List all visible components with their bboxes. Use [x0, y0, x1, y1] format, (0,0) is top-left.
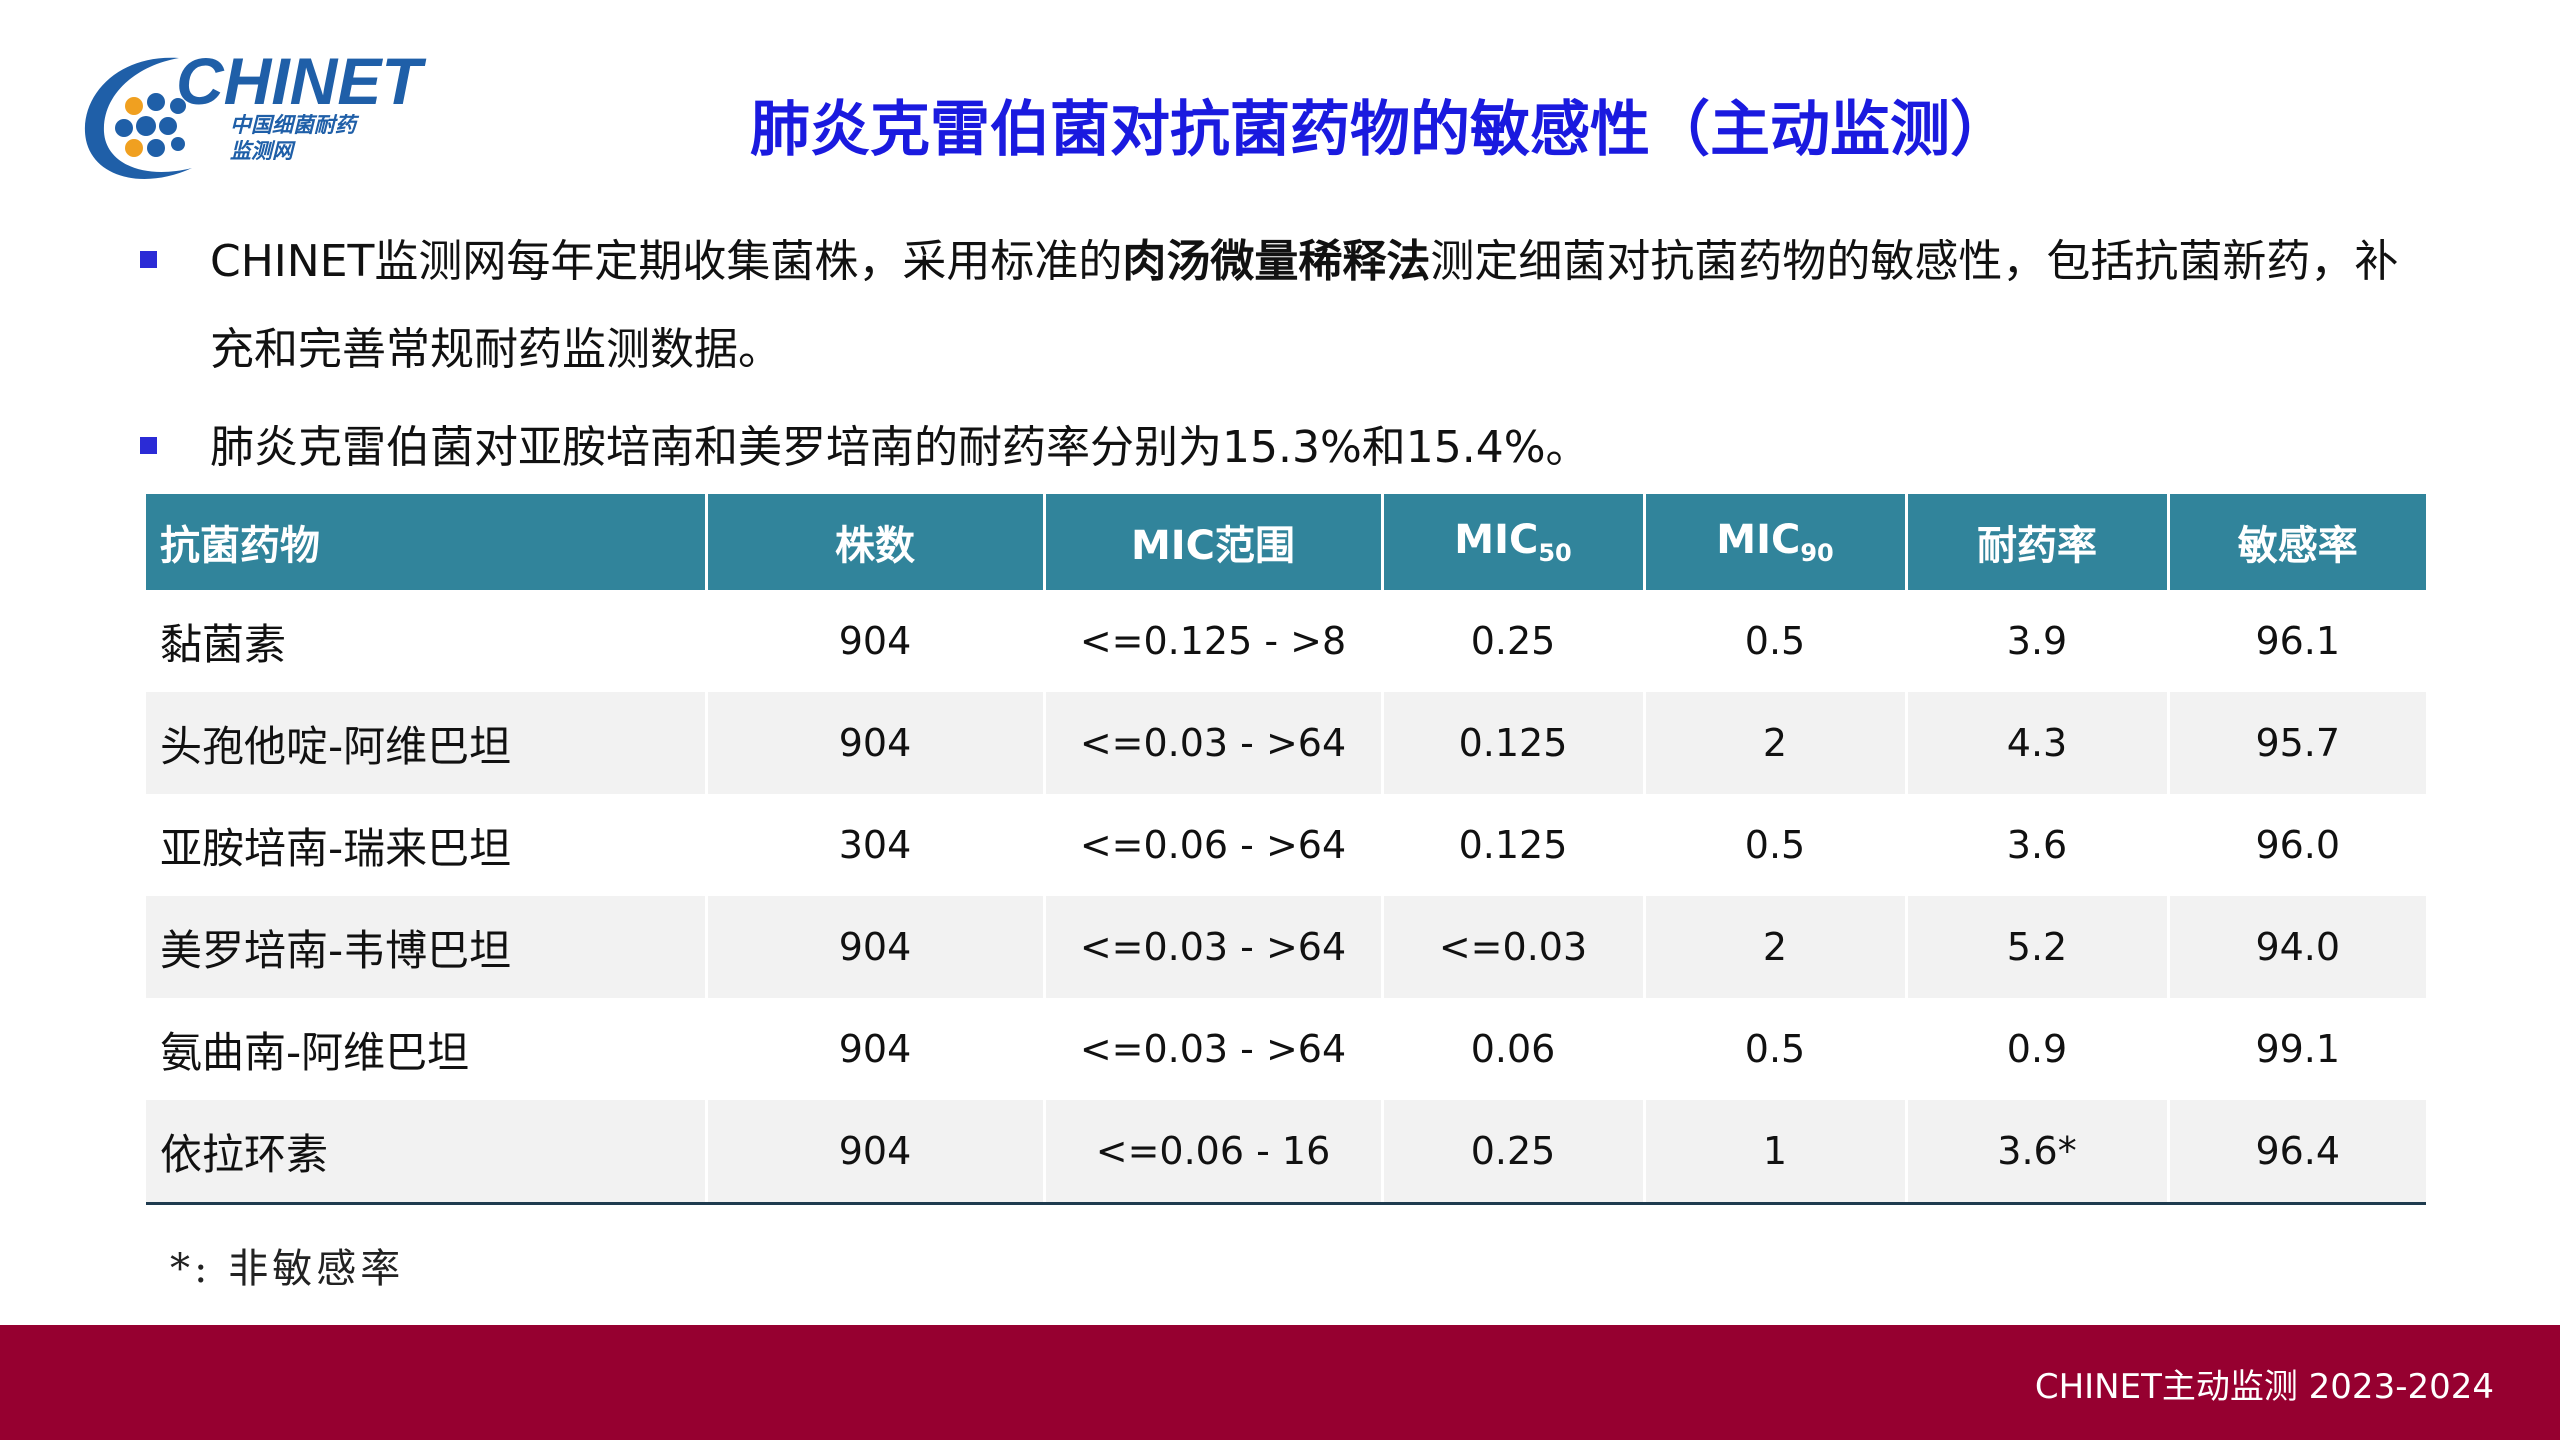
header-mic90-sub: 90 — [1800, 539, 1834, 567]
header-count: 株数 — [704, 494, 1044, 590]
table-header-row: 抗菌药物 株数 MIC范围 MIC50 MIC90 耐药率 敏感率 — [146, 494, 2426, 590]
cell-susceptibility: 96.0 — [2166, 794, 2426, 896]
susceptibility-table-container: 抗菌药物 株数 MIC范围 MIC50 MIC90 耐药率 敏感率 黏菌素 904… — [146, 494, 2426, 1205]
cell-resistance: 3.9 — [1904, 590, 2168, 692]
cell-mic50: <=0.03 — [1380, 896, 1644, 998]
cell-susceptibility: 96.4 — [2166, 1100, 2426, 1205]
bullet-item: CHINET监测网每年定期收集菌株，采用标准的肉汤微量稀释法测定细菌对抗菌药物的… — [140, 218, 2440, 394]
header-mic50: MIC50 — [1380, 494, 1644, 590]
cell-drug: 美罗培南-韦博巴坦 — [146, 896, 706, 998]
footnote: *: 非敏感率 — [170, 1246, 405, 1292]
bullet-list: CHINET监测网每年定期收集菌株，采用标准的肉汤微量稀释法测定细菌对抗菌药物的… — [140, 218, 2440, 492]
susceptibility-table: 抗菌药物 株数 MIC范围 MIC50 MIC90 耐药率 敏感率 黏菌素 904… — [146, 494, 2426, 1205]
cell-drug: 头孢他啶-阿维巴坦 — [146, 692, 706, 794]
cell-susceptibility: 94.0 — [2166, 896, 2426, 998]
logo-subtitle-line2: 监测网 — [230, 139, 296, 163]
header-mic-range: MIC范围 — [1042, 494, 1382, 590]
cell-mic90: 2 — [1642, 692, 1906, 794]
cell-mic50: 0.125 — [1380, 692, 1644, 794]
cell-count: 904 — [704, 590, 1044, 692]
header-mic50-base: MIC — [1454, 517, 1539, 563]
cell-drug: 依拉环素 — [146, 1100, 706, 1205]
cell-mic-range: <=0.03 - >64 — [1042, 896, 1382, 998]
table-row: 氨曲南-阿维巴坦 904 <=0.03 - >64 0.06 0.5 0.9 99.1 — [146, 998, 2426, 1100]
logo-subtitle-line1: 中国细菌耐药 — [230, 113, 360, 137]
page-title: 肺炎克雷伯菌对抗菌药物的敏感性（主动监测） — [750, 95, 2010, 165]
bullet-square-icon — [140, 251, 157, 268]
cell-mic50: 0.125 — [1380, 794, 1644, 896]
cell-mic50: 0.25 — [1380, 1100, 1644, 1205]
cell-resistance: 5.2 — [1904, 896, 2168, 998]
cell-count: 304 — [704, 794, 1044, 896]
cell-mic-range: <=0.03 - >64 — [1042, 692, 1382, 794]
cell-resistance: 3.6* — [1904, 1100, 2168, 1205]
table-body: 黏菌素 904 <=0.125 - >8 0.25 0.5 3.9 96.1 头孢他啶-阿维巴… — [146, 590, 2426, 1205]
header-mic90: MIC90 — [1642, 494, 1906, 590]
cell-susceptibility: 95.7 — [2166, 692, 2426, 794]
cell-drug: 氨曲南-阿维巴坦 — [146, 998, 706, 1100]
bullet-text-pre: CHINET监测网每年定期收集菌株，采用标准的 — [210, 236, 1123, 287]
cell-mic-range: <=0.125 - >8 — [1042, 590, 1382, 692]
header-mic90-base: MIC — [1716, 517, 1801, 563]
cell-mic90: 0.5 — [1642, 794, 1906, 896]
table-row: 美罗培南-韦博巴坦 904 <=0.03 - >64 <=0.03 2 5.2 94.0 — [146, 896, 2426, 998]
bullet-item: 肺炎克雷伯菌对亚胺培南和美罗培南的耐药率分别为15.3%和15.4%。 — [140, 404, 2440, 492]
table-row: 黏菌素 904 <=0.125 - >8 0.25 0.5 3.9 96.1 — [146, 590, 2426, 692]
bullet-text: 肺炎克雷伯菌对亚胺培南和美罗培南的耐药率分别为15.3%和15.4%。 — [210, 422, 1590, 473]
cell-mic90: 1 — [1642, 1100, 1906, 1205]
table-row: 亚胺培南-瑞来巴坦 304 <=0.06 - >64 0.125 0.5 3.6 96.0 — [146, 794, 2426, 896]
cell-count: 904 — [704, 998, 1044, 1100]
header-resistance: 耐药率 — [1904, 494, 2168, 590]
logo-wordmark: CHINET — [176, 44, 426, 118]
header-susceptibility: 敏感率 — [2166, 494, 2426, 590]
cell-resistance: 0.9 — [1904, 998, 2168, 1100]
chinet-logo-graphic: CHINET 中国细菌耐药 监测网 — [84, 44, 426, 179]
footer-band: CHINET主动监测 2023-2024 — [0, 1325, 2560, 1440]
cell-drug: 黏菌素 — [146, 590, 706, 692]
bullet-square-icon — [140, 437, 157, 454]
cell-mic90: 0.5 — [1642, 590, 1906, 692]
cell-count: 904 — [704, 692, 1044, 794]
cell-mic90: 0.5 — [1642, 998, 1906, 1100]
footer-text: CHINET主动监测 2023-2024 — [2034, 1367, 2494, 1407]
cell-susceptibility: 96.1 — [2166, 590, 2426, 692]
cell-resistance: 3.6 — [1904, 794, 2168, 896]
cell-resistance: 4.3 — [1904, 692, 2168, 794]
cell-mic-range: <=0.06 - >64 — [1042, 794, 1382, 896]
table-row: 依拉环素 904 <=0.06 - 16 0.25 1 3.6* 96.4 — [146, 1100, 2426, 1205]
cell-mic50: 0.25 — [1380, 590, 1644, 692]
cell-susceptibility: 99.1 — [2166, 998, 2426, 1100]
bullet-text-bold: 肉汤微量稀释法 — [1122, 236, 1431, 287]
header-drug: 抗菌药物 — [146, 494, 706, 590]
chinet-logo: CHINET 中国细菌耐药 监测网 — [74, 40, 434, 190]
cell-mic50: 0.06 — [1380, 998, 1644, 1100]
cell-mic90: 2 — [1642, 896, 1906, 998]
cell-mic-range: <=0.06 - 16 — [1042, 1100, 1382, 1205]
cell-count: 904 — [704, 896, 1044, 998]
table-row: 头孢他啶-阿维巴坦 904 <=0.03 - >64 0.125 2 4.3 95.7 — [146, 692, 2426, 794]
header-mic50-sub: 50 — [1538, 539, 1572, 567]
cell-mic-range: <=0.03 - >64 — [1042, 998, 1382, 1100]
cell-count: 904 — [704, 1100, 1044, 1205]
cell-drug: 亚胺培南-瑞来巴坦 — [146, 794, 706, 896]
